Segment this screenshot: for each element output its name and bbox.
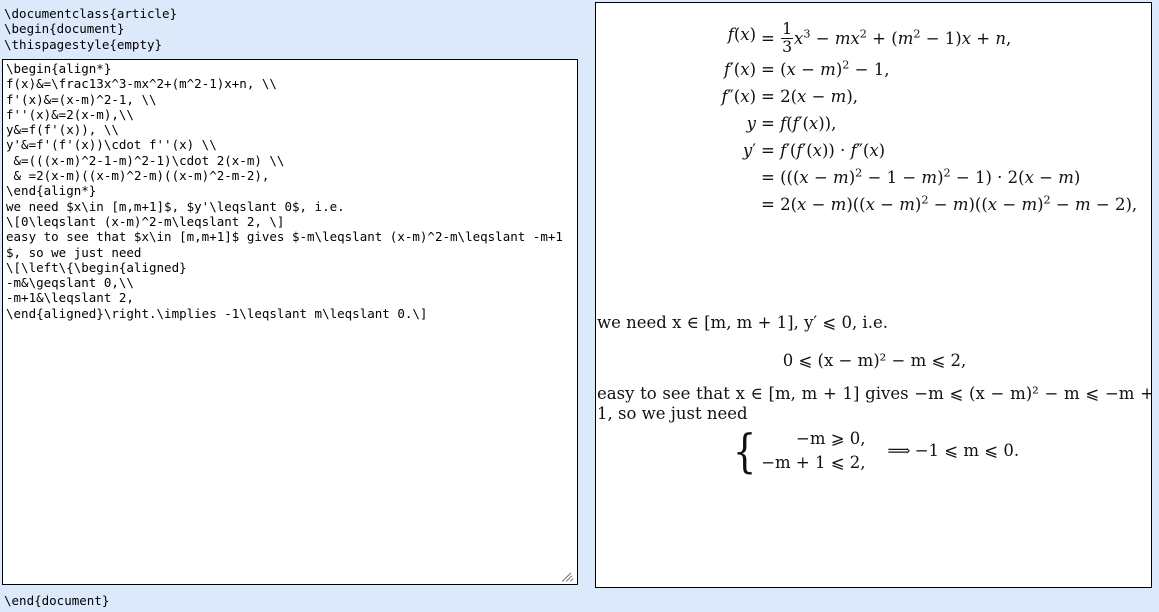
paragraph-easy-to-see: easy to see that x ∈ [m, m + 1] gives −m… bbox=[597, 384, 1152, 423]
implies-conclusion: ⟹ −1 ⩽ m ⩽ 0. bbox=[870, 438, 1020, 464]
equation-rhs: = (((x − m)2 − 1 − m)2 − 1) · 2(x − m) bbox=[761, 166, 1081, 187]
paragraph-we-need: we need x ∈ [m, m + 1], y′ ⩽ 0, i.e. bbox=[597, 313, 888, 332]
equation-rhs: = f′(f′(x)) · f″(x) bbox=[761, 140, 886, 160]
equation-row: = (((x − m)2 − 1 − m)2 − 1) · 2(x − m) bbox=[596, 164, 1151, 191]
implies-arrow-icon: ⟹ bbox=[887, 441, 911, 460]
cases-row-1: −m ⩾ 0, bbox=[796, 429, 866, 448]
cases-environment: { −m ⩾ 0, −m + 1 ⩽ 2, ⟹ −1 ⩽ m ⩽ 0. bbox=[730, 427, 1019, 475]
latex-preview-page: f(x) = 1 3 x3 − mx2 + (m2 − 1)x + n, f′(x)… bbox=[595, 2, 1152, 588]
preamble-text: \documentclass{article} \begin{document}… bbox=[0, 6, 580, 52]
equation-rhs: = f(f′(x)), bbox=[761, 113, 837, 133]
equation-lhs: f′(x) bbox=[723, 59, 756, 79]
display-equation-bounds: 0 ⩽ (x − m)² − m ⩽ 2, bbox=[782, 351, 967, 370]
latex-source-input[interactable] bbox=[3, 60, 577, 584]
cases-rows: −m ⩾ 0, −m + 1 ⩽ 2, bbox=[761, 427, 869, 475]
equation-rhs: = 2(x − m), bbox=[761, 86, 858, 106]
equation-row: f″(x) = 2(x − m), bbox=[596, 83, 1151, 110]
postamble-text: \end{document} bbox=[0, 593, 580, 608]
equation-row: f′(x) = (x − m)2 − 1, bbox=[596, 56, 1151, 83]
textarea-resize-handle-icon[interactable] bbox=[561, 568, 576, 583]
equation-row: = 2(x − m)((x − m)2 − m)((x − m)2 − m − … bbox=[596, 191, 1151, 218]
preamble-line: \thispagestyle{empty} bbox=[4, 36, 163, 52]
preamble-line: \documentclass{article} bbox=[4, 6, 178, 21]
latex-source-textarea-container[interactable] bbox=[2, 59, 578, 585]
equation-lhs: y bbox=[746, 113, 756, 133]
display-equation-cases: { −m ⩾ 0, −m + 1 ⩽ 2, ⟹ −1 ⩽ m ⩽ 0. bbox=[596, 427, 1151, 475]
cases-row-2: −m + 1 ⩽ 2, bbox=[761, 453, 866, 472]
equation-rhs: = 2(x − m)((x − m)2 − m)((x − m)2 − m − … bbox=[761, 193, 1138, 214]
equation-lhs bbox=[596, 164, 761, 191]
preamble-line: \begin{document} bbox=[4, 21, 125, 37]
left-brace-icon: { bbox=[732, 424, 757, 478]
equation-lhs: y′ bbox=[742, 140, 756, 160]
equation-lhs: f″(x) bbox=[721, 86, 756, 106]
fraction-numerator: 1 bbox=[782, 19, 793, 38]
equation-row: f(x) = 1 3 x3 − mx2 + (m2 − 1)x + n, bbox=[596, 19, 1151, 56]
equation-row: y = f(f′(x)), bbox=[596, 110, 1151, 137]
equation-lhs: f(x) bbox=[727, 25, 756, 44]
fraction-one-third: 13 bbox=[781, 19, 794, 56]
conclusion-text: −1 ⩽ m ⩽ 0. bbox=[914, 441, 1020, 460]
equation-rhs: = (x − m)2 − 1, bbox=[761, 58, 890, 79]
postamble-line: \end{document} bbox=[4, 593, 110, 608]
align-environment: f(x) = 1 3 x3 − mx2 + (m2 − 1)x + n, f′(x)… bbox=[596, 19, 1151, 218]
fraction-denominator: 3 bbox=[781, 36, 794, 56]
equation-row: y′ = f′(f′(x)) · f″(x) bbox=[596, 137, 1151, 164]
equation-lhs bbox=[596, 191, 761, 218]
equation-rhs: = 1 3 x3 − mx2 + (m2 − 1)x + n, bbox=[761, 19, 1012, 56]
latex-editor-pane: \documentclass{article} \begin{document}… bbox=[0, 0, 592, 612]
